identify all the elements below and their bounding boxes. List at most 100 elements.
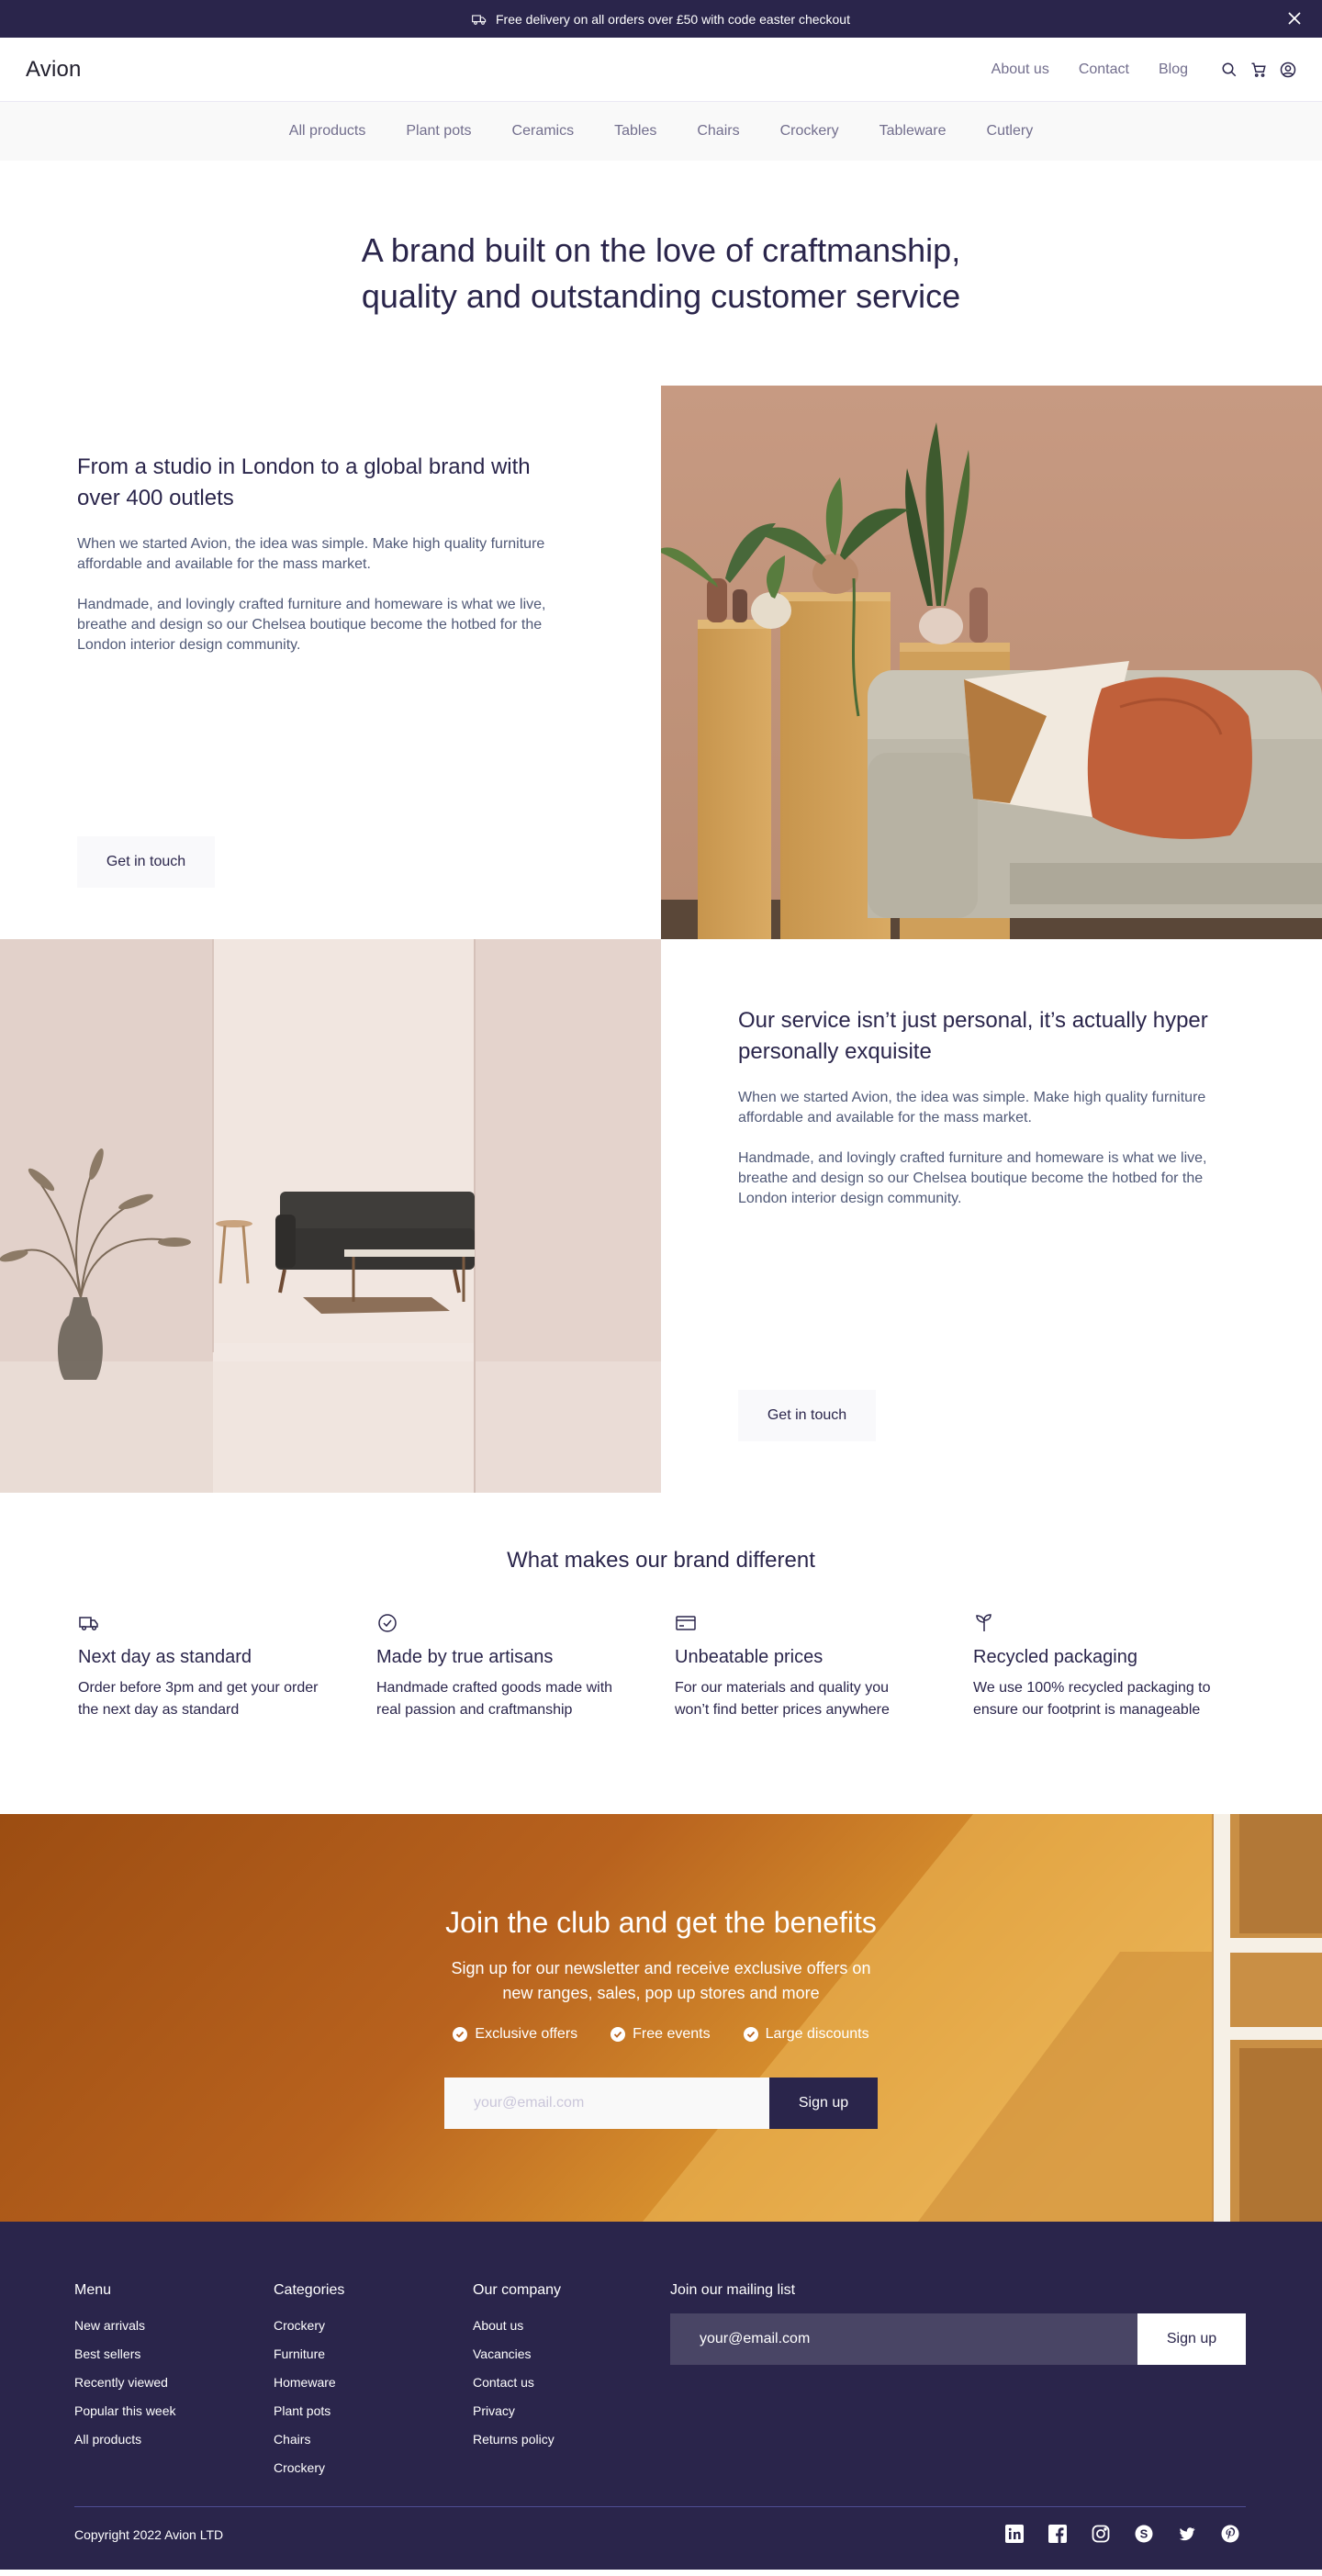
service-para-1: When we started Avion, the idea was simp… [738,1090,1206,1126]
footer-link[interactable]: Popular this week [74,2397,176,2425]
footer-categories: Categories Crockery Furniture Homeware P… [274,2282,344,2482]
category-tables[interactable]: Tables [614,123,656,140]
pinterest-icon[interactable] [1221,2525,1241,2545]
delivery-truck-icon [78,1612,100,1634]
header: Avion About us Contact Blog [0,38,1322,102]
perk-label: Exclusive offers [475,2026,578,2042]
social-links: S [1005,2525,1241,2545]
announcement-bar: Free delivery on all orders over £50 wit… [0,0,1322,38]
facebook-icon[interactable] [1048,2525,1069,2545]
footer-mailing-form: Sign up [670,2313,1246,2365]
brand-different-section: What makes our brand different Next day … [0,1493,1322,1814]
service-text: Our service isn’t just personal, it’s ac… [661,939,1322,1493]
different-title: What makes our brand different [507,1548,815,1573]
footer-link[interactable]: Homeware [274,2369,344,2397]
interior-room-image [0,939,661,1493]
check-circle-icon [453,2027,468,2042]
header-icons [1221,62,1296,78]
service-title: Our service isn’t just personal, it’s ac… [738,1008,1208,1064]
studio-title: From a studio in London to a global bran… [77,454,531,510]
category-cutlery[interactable]: Cutlery [987,123,1034,140]
footer-link[interactable]: Vacancies [473,2340,561,2369]
studio-para-2: Handmade, and lovingly crafted furniture… [77,597,546,653]
feature-title: Unbeatable prices [675,1647,823,1667]
footer-mailing-title: Join our mailing list [670,2282,796,2298]
get-in-touch-button[interactable]: Get in touch [77,836,215,888]
club-signup-button[interactable]: Sign up [769,2078,878,2129]
footer-link[interactable]: Chairs [274,2425,344,2454]
category-plant-pots[interactable]: Plant pots [406,123,471,140]
twitter-icon[interactable] [1178,2525,1198,2545]
feature-artisans: Made by true artisans Handmade crafted g… [376,1612,675,1721]
footer-signup-button[interactable]: Sign up [1137,2313,1246,2365]
close-icon[interactable] [1285,9,1304,28]
nav-link-contact[interactable]: Contact [1079,62,1129,78]
footer-link[interactable]: Furniture [274,2340,344,2369]
category-tableware[interactable]: Tableware [879,123,947,140]
club-email-input[interactable] [444,2078,769,2129]
check-circle-icon [743,2027,758,2042]
club-content: Join the club and get the benefits Sign … [0,1814,1322,2222]
club-signup-form: Sign up [444,2078,878,2129]
nav-link-about[interactable]: About us [992,62,1049,78]
logo[interactable]: Avion [26,57,82,83]
club-section: Join the club and get the benefits Sign … [0,1814,1322,2222]
feature-title: Recycled packaging [973,1647,1137,1667]
hero-title: A brand built on the love of craftmanshi… [361,230,961,315]
instagram-icon[interactable] [1092,2525,1112,2545]
footer-company: Our company About us Vacancies Contact u… [473,2282,561,2454]
perk-item: Free events [611,2026,711,2043]
feature-title: Next day as standard [78,1647,252,1667]
svg-text:S: S [1140,2527,1148,2541]
footer-link[interactable]: New arrivals [74,2312,176,2340]
header-links: About us Contact Blog [992,62,1188,78]
header-right: About us Contact Blog [992,62,1296,78]
cart-icon[interactable] [1250,62,1267,78]
category-nav: All products Plant pots Ceramics Tables … [0,102,1322,161]
feature-text: Order before 3pm and get your order the … [78,1680,319,1718]
footer-link[interactable]: Crockery [274,2454,344,2482]
feature-text: For our materials and quality you won’t … [675,1680,890,1718]
truck-icon [472,12,487,27]
category-chairs[interactable]: Chairs [697,123,739,140]
footer-company-title: Our company [473,2282,562,2298]
club-title: Join the club and get the benefits [445,1906,877,1939]
nav-link-blog[interactable]: Blog [1159,62,1188,78]
copyright: Copyright 2022 Avion LTD [74,2527,224,2542]
linkedin-icon[interactable] [1005,2525,1025,2545]
get-in-touch-button-2[interactable]: Get in touch [738,1390,876,1441]
sprout-icon [973,1612,995,1634]
footer-link[interactable]: Plant pots [274,2397,344,2425]
category-all-products[interactable]: All products [289,123,366,140]
footer-link[interactable]: Recently viewed [74,2369,176,2397]
footer-link[interactable]: Privacy [473,2397,561,2425]
feature-text: Handmade crafted goods made with real pa… [376,1680,613,1718]
features-list: Next day as standard Order before 3pm an… [78,1612,1272,1721]
footer-link[interactable]: Best sellers [74,2340,176,2369]
user-icon[interactable] [1280,62,1296,78]
club-perks: Exclusive offers Free events Large disco… [453,2026,869,2043]
search-icon[interactable] [1221,62,1238,78]
footer-link[interactable]: Contact us [473,2369,561,2397]
footer-link[interactable]: About us [473,2312,561,2340]
feature-text: We use 100% recycled packaging to ensure… [973,1680,1211,1718]
footer-email-input[interactable] [670,2313,1137,2365]
service-para-2: Handmade, and lovingly crafted furniture… [738,1150,1207,1206]
footer-link[interactable]: Returns policy [473,2425,561,2454]
feature-next-day: Next day as standard Order before 3pm an… [78,1612,376,1721]
perk-label: Large discounts [765,2026,869,2042]
footer-link[interactable]: Crockery [274,2312,344,2340]
studio-text: From a studio in London to a global bran… [0,386,661,939]
skype-icon[interactable]: S [1135,2525,1155,2545]
perk-item: Exclusive offers [453,2026,577,2043]
category-ceramics[interactable]: Ceramics [512,123,575,140]
footer: Menu New arrivals Best sellers Recently … [0,2222,1322,2570]
category-crockery[interactable]: Crockery [780,123,839,140]
footer-link[interactable]: All products [74,2425,176,2454]
check-circle-icon [611,2027,626,2042]
footer-mailing: Join our mailing list Sign up [670,2282,1246,2365]
service-section: Our service isn’t just personal, it’s ac… [0,939,1322,1493]
studio-section: From a studio in London to a global bran… [0,386,1322,939]
hero: A brand built on the love of craftmanshi… [0,161,1322,386]
footer-menu: Menu New arrivals Best sellers Recently … [74,2282,176,2454]
